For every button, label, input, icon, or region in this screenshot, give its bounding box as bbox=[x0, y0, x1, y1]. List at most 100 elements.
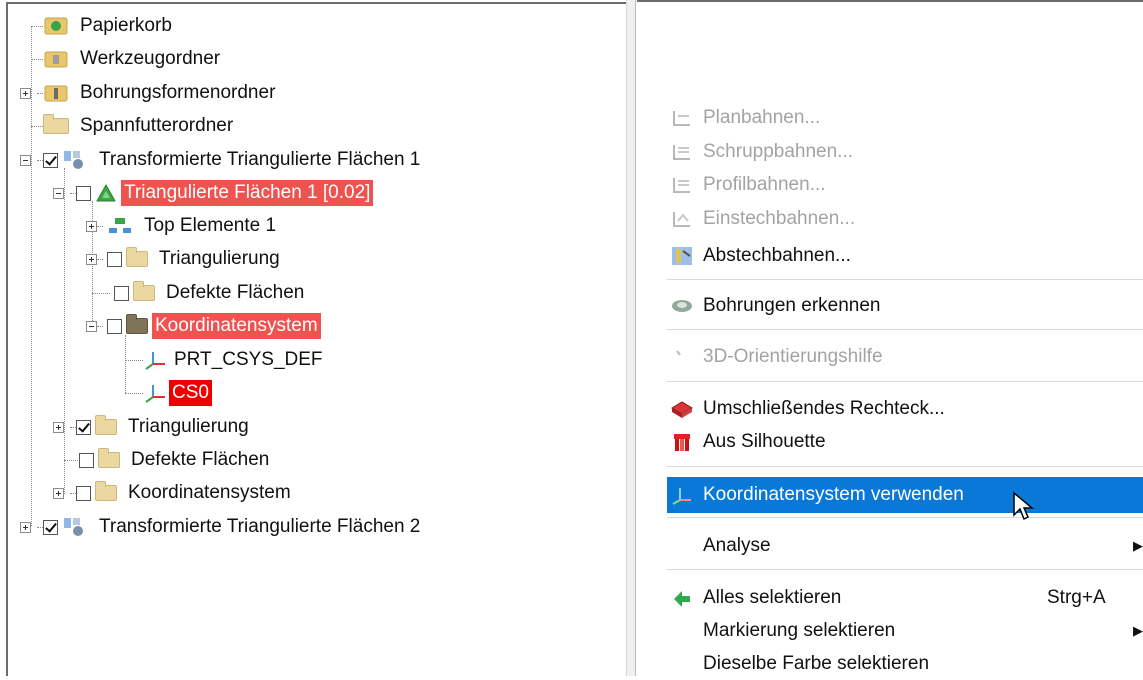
tree-item-defekte-flaechen[interactable]: Defekte Flächen bbox=[79, 444, 272, 476]
drill-folder-icon bbox=[43, 83, 69, 103]
tree-item-defekte-flaechen-inner[interactable]: Defekte Flächen bbox=[114, 277, 307, 309]
rechteck-icon bbox=[669, 398, 695, 420]
pane-splitter[interactable] bbox=[626, 0, 636, 676]
tree-item-triangulierung[interactable]: Triangulierung bbox=[53, 411, 252, 443]
tree-item-triangulierung-inner[interactable]: Triangulierung bbox=[86, 243, 283, 275]
tree-item-label-selected: Triangulierte Flächen 1 [0.02] bbox=[121, 180, 374, 206]
visibility-checkbox[interactable] bbox=[79, 452, 94, 468]
tree-item-spannfutterordner[interactable]: Spannfutterordner bbox=[43, 110, 236, 142]
tree-line bbox=[125, 360, 143, 361]
expand-icon[interactable] bbox=[20, 521, 31, 533]
menu-item-markierung-selektieren[interactable]: Markierung selektieren ▶ bbox=[667, 614, 1143, 647]
menu-label: Schruppbahnen... bbox=[703, 140, 854, 162]
collapse-icon[interactable] bbox=[20, 154, 31, 166]
menu-item-einstechbahnen[interactable]: Einstechbahnen... bbox=[667, 202, 1143, 235]
menu-separator bbox=[667, 466, 1143, 467]
menu-label: Koordinatensystem verwenden bbox=[703, 484, 964, 505]
tree-item-label-selected: Koordinatensystem bbox=[152, 313, 321, 339]
tree-item-prt-csys-def[interactable]: PRT_CSYS_DEF bbox=[143, 344, 326, 376]
tree-line bbox=[125, 335, 126, 393]
visibility-checkbox[interactable] bbox=[76, 185, 91, 201]
silhouette-icon bbox=[669, 431, 695, 453]
tree-item-transformierte-1[interactable]: Transformierte Triangulierte Flächen 1 bbox=[20, 144, 423, 176]
folder-icon bbox=[95, 415, 117, 435]
menu-item-dieselbe-farbe-selektieren[interactable]: Dieselbe Farbe selektieren bbox=[667, 647, 1143, 680]
menu-item-aus-silhouette[interactable]: Aus Silhouette bbox=[667, 425, 1143, 458]
top-elements-icon bbox=[107, 216, 133, 236]
tree-item-koordinatensystem[interactable]: Koordinatensystem bbox=[53, 477, 294, 509]
menu-item-bohrungen-erkennen[interactable]: Bohrungen erkennen bbox=[667, 289, 1143, 322]
tree-line bbox=[31, 59, 43, 60]
expand-icon[interactable] bbox=[53, 487, 64, 499]
expand-icon[interactable] bbox=[20, 87, 31, 99]
transformed-surfaces-icon bbox=[62, 516, 88, 538]
menu-item-analyse[interactable]: Analyse ▶ bbox=[667, 529, 1143, 562]
collapse-icon[interactable] bbox=[53, 187, 64, 199]
tree-line bbox=[92, 293, 110, 294]
menu-item-planbahnen[interactable]: Planbahnen... bbox=[667, 101, 1143, 134]
tree-item-koordinatensystem-inner[interactable]: Koordinatensystem bbox=[86, 310, 321, 342]
menu-label: Aus Silhouette bbox=[703, 430, 826, 452]
tool-folder-icon bbox=[43, 49, 69, 69]
transformed-surfaces-icon bbox=[62, 149, 88, 171]
tree-item-label: Defekte Flächen bbox=[131, 449, 270, 470]
menu-label: Einstechbahnen... bbox=[703, 207, 856, 229]
menu-item-koordinatensystem-verwenden[interactable]: Koordinatensystem verwenden bbox=[667, 477, 1143, 513]
koordinatensystem-icon bbox=[669, 484, 695, 506]
tree-item-label: Top Elemente 1 bbox=[144, 215, 277, 236]
menu-label: Alles selektieren bbox=[703, 586, 842, 608]
collapse-icon[interactable] bbox=[86, 320, 97, 332]
menu-item-profilbahnen[interactable]: Profilbahnen... bbox=[667, 168, 1143, 201]
tree-line bbox=[125, 393, 143, 394]
tree-item-label: Triangulierung bbox=[128, 416, 249, 437]
tree-line bbox=[31, 26, 43, 27]
tree-item-werkzeugordner[interactable]: Werkzeugordner bbox=[43, 43, 223, 75]
tree-item-label: Transformierte Triangulierte Flächen 2 bbox=[99, 516, 421, 537]
menu-label: Abstechbahnen... bbox=[703, 244, 851, 266]
visibility-checkbox[interactable] bbox=[114, 285, 129, 301]
coordinate-system-icon bbox=[143, 349, 167, 371]
expand-icon[interactable] bbox=[53, 421, 64, 433]
planbahnen-icon bbox=[669, 107, 695, 129]
visibility-checkbox[interactable] bbox=[107, 251, 122, 267]
tree-item-bohrungsformenordner[interactable]: Bohrungsformenordner bbox=[20, 77, 278, 109]
visibility-checkbox[interactable] bbox=[107, 318, 122, 334]
orientierung-icon bbox=[669, 346, 695, 368]
expand-icon[interactable] bbox=[86, 220, 97, 232]
tree-line bbox=[31, 126, 43, 127]
tree-item-label: Spannfutterordner bbox=[80, 115, 234, 136]
visibility-checkbox[interactable] bbox=[43, 519, 58, 535]
menu-separator bbox=[667, 279, 1143, 280]
menu-label: 3D-Orientierungshilfe bbox=[703, 345, 883, 367]
tree-item-label: PRT_CSYS_DEF bbox=[174, 349, 323, 370]
menu-separator bbox=[667, 381, 1143, 382]
menu-item-alles-selektieren[interactable]: Alles selektieren Strg+A bbox=[667, 581, 1143, 614]
tree-item-transformierte-2[interactable]: Transformierte Triangulierte Flächen 2 bbox=[20, 511, 423, 543]
tree-item-top-elemente-1[interactable]: Top Elemente 1 bbox=[86, 210, 279, 242]
profilbahnen-icon bbox=[669, 174, 695, 196]
tree-item-label-selected: CS0 bbox=[169, 380, 212, 406]
menu-item-schruppbahnen[interactable]: Schruppbahnen... bbox=[667, 135, 1143, 168]
tree-item-triangulierte-flaechen-1[interactable]: Triangulierte Flächen 1 [0.02] bbox=[53, 177, 374, 209]
tree-item-cs0[interactable]: CS0 bbox=[143, 377, 212, 409]
menu-label: Planbahnen... bbox=[703, 106, 821, 128]
menu-label: Profilbahnen... bbox=[703, 173, 826, 195]
tree-item-papierkorb[interactable]: Papierkorb bbox=[43, 10, 175, 42]
visibility-checkbox[interactable] bbox=[43, 152, 58, 168]
tree-line bbox=[64, 460, 78, 461]
visibility-checkbox[interactable] bbox=[76, 419, 91, 435]
menu-item-3d-orientierungshilfe[interactable]: 3D-Orientierungshilfe bbox=[667, 340, 1143, 373]
menu-item-abstechbahnen[interactable]: Abstechbahnen... bbox=[667, 239, 1143, 272]
menu-item-umschliessendes-rechteck[interactable]: Umschließendes Rechteck... bbox=[667, 392, 1143, 425]
tree-item-label: Transformierte Triangulierte Flächen 1 bbox=[99, 149, 421, 170]
einstechbahnen-icon bbox=[669, 208, 695, 230]
expand-icon[interactable] bbox=[86, 253, 97, 265]
visibility-checkbox[interactable] bbox=[76, 485, 91, 501]
tree-item-label: Bohrungsformenordner bbox=[80, 82, 276, 103]
menu-label: Analyse bbox=[703, 534, 771, 556]
open-folder-icon bbox=[126, 314, 148, 334]
coordinate-system-icon bbox=[143, 382, 167, 404]
folder-icon bbox=[126, 247, 148, 267]
tree-item-label: Defekte Flächen bbox=[166, 282, 305, 303]
select-all-icon bbox=[669, 587, 695, 609]
